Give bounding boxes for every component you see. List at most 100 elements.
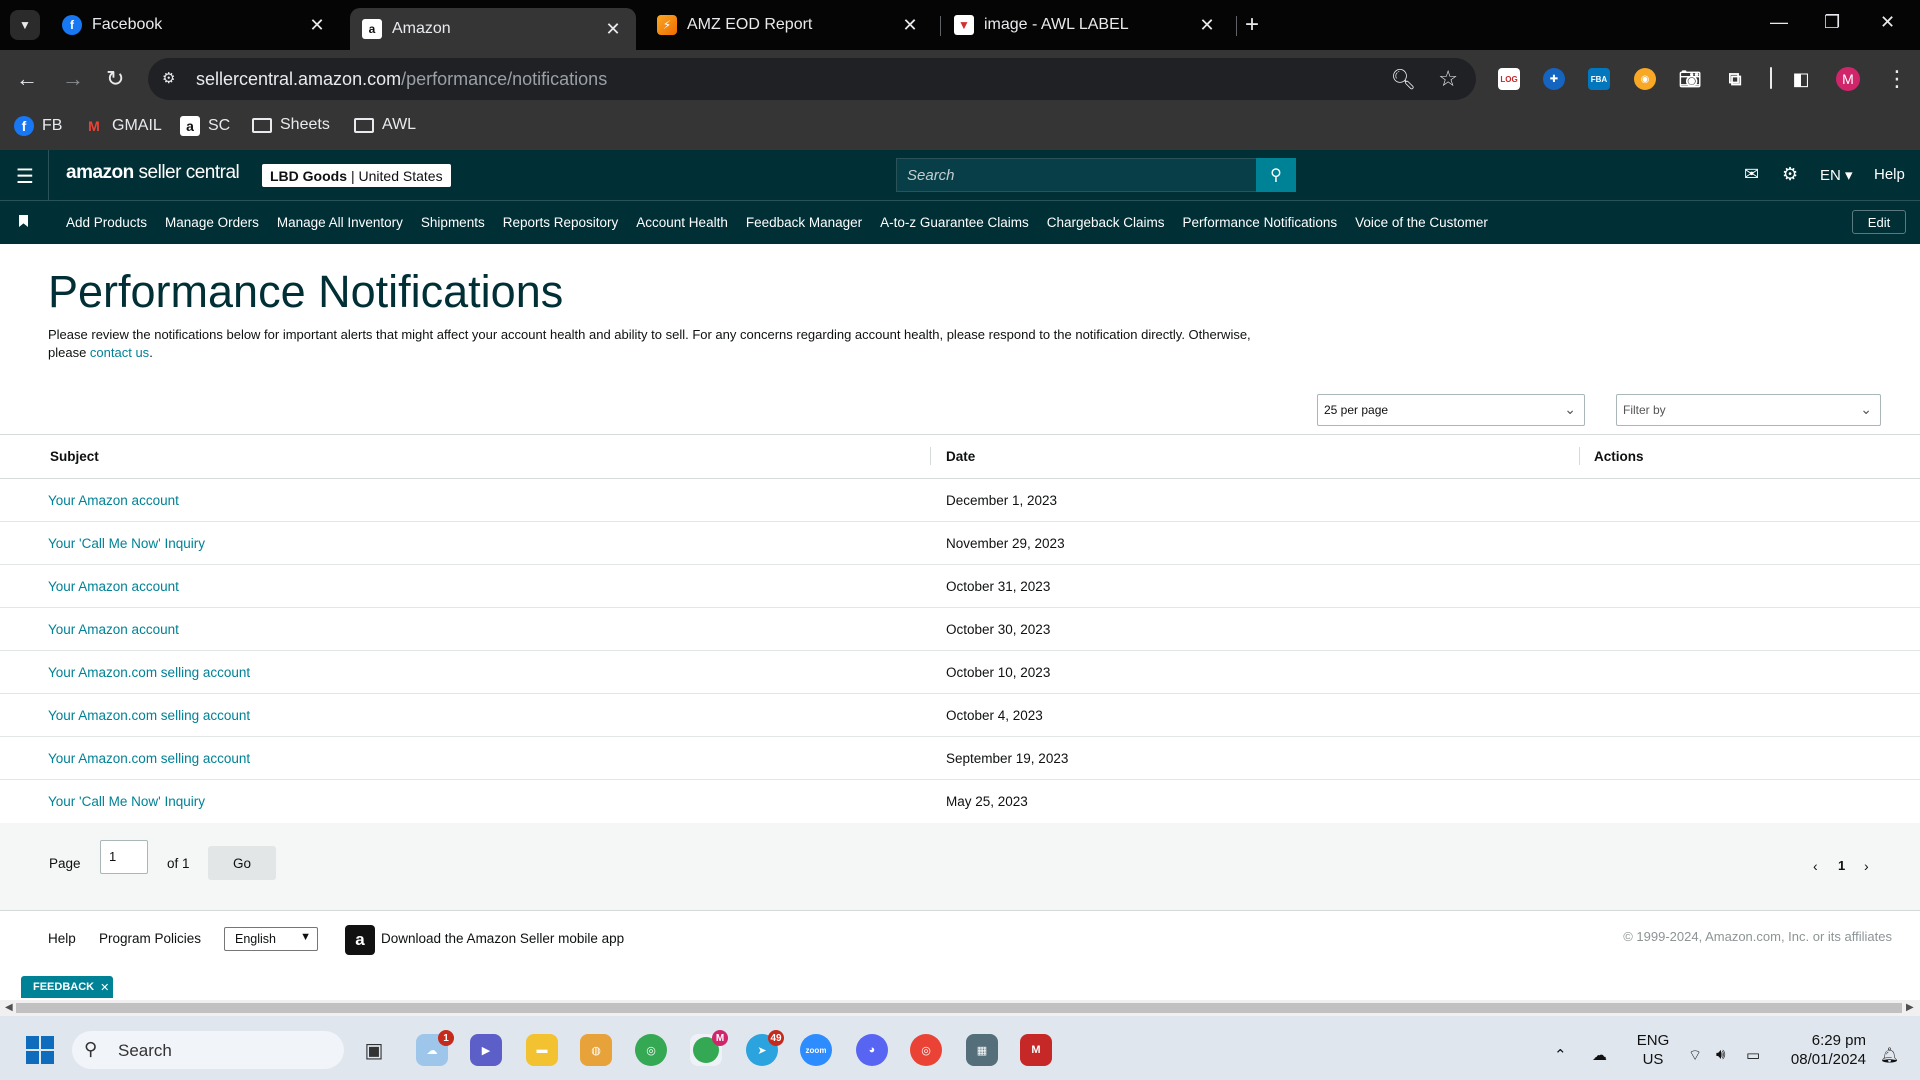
- mcafee-icon[interactable]: M: [1020, 1034, 1052, 1066]
- profile-avatar[interactable]: M: [1836, 67, 1860, 91]
- notification-subject-link[interactable]: Your Amazon.com selling account: [48, 708, 250, 723]
- nav-performance-notifications[interactable]: Performance Notifications: [1183, 215, 1338, 230]
- telegram-icon[interactable]: ➤ 49: [746, 1030, 784, 1066]
- notification-subject-link[interactable]: Your Amazon.com selling account: [48, 665, 250, 680]
- tab-amz-eod-report[interactable]: ⚡ AMZ EOD Report ✕: [645, 8, 933, 42]
- close-icon[interactable]: ✕: [100, 981, 109, 994]
- bookmark-gmail[interactable]: M GMAIL: [84, 116, 162, 136]
- tab-facebook[interactable]: f Facebook ✕: [50, 8, 340, 42]
- volume-icon[interactable]: 🔊︎: [1716, 1046, 1725, 1063]
- window-close-icon[interactable]: ✕: [1880, 12, 1895, 33]
- zoom-icon[interactable]: zoom: [800, 1034, 832, 1066]
- nav-voice-of-the-customer[interactable]: Voice of the Customer: [1355, 215, 1488, 230]
- horizontal-scrollbar[interactable]: ◀ ▶: [0, 1000, 1920, 1016]
- program-policies-link[interactable]: Program Policies: [99, 931, 201, 946]
- bookmark-folder-awl[interactable]: AWL: [354, 116, 416, 134]
- close-icon[interactable]: ✕: [306, 15, 328, 36]
- footer-help-link[interactable]: Help: [48, 931, 76, 946]
- back-arrow-icon[interactable]: ←: [16, 66, 38, 92]
- mail-icon[interactable]: ✉: [1744, 164, 1759, 185]
- nav-chargeback-claims[interactable]: Chargeback Claims: [1047, 215, 1165, 230]
- chrome-alt-icon[interactable]: ◎: [910, 1034, 942, 1066]
- tab-amazon[interactable]: a Amazon ✕: [350, 8, 636, 50]
- page-number-input[interactable]: 1: [100, 840, 148, 874]
- battery-icon[interactable]: ▭: [1746, 1046, 1760, 1064]
- fba-extension-icon[interactable]: FBA: [1588, 68, 1610, 90]
- minimize-icon[interactable]: —: [1770, 12, 1788, 33]
- discord-icon[interactable]: ◕: [856, 1034, 888, 1066]
- camera-icon[interactable]: 📷︎: [1679, 68, 1702, 90]
- windows-start-icon[interactable]: [26, 1036, 54, 1064]
- gear-icon[interactable]: ⚙: [1782, 164, 1798, 185]
- amazon-seller-central-logo[interactable]: amazon seller central: [66, 162, 240, 184]
- nav-feedback-manager[interactable]: Feedback Manager: [746, 215, 862, 230]
- side-panel-icon[interactable]: ◧: [1790, 68, 1812, 90]
- nav-account-health[interactable]: Account Health: [636, 215, 728, 230]
- chevron-right-icon[interactable]: ›: [1864, 858, 1869, 874]
- close-icon[interactable]: ✕: [602, 19, 624, 40]
- notification-subject-link[interactable]: Your Amazon.com selling account: [48, 751, 250, 766]
- restore-icon[interactable]: ❐: [1824, 12, 1840, 33]
- store-selector[interactable]: LBD Goods | United States: [262, 164, 451, 187]
- ext-orange-icon[interactable]: ◉: [1634, 68, 1656, 90]
- bookmark-star-icon[interactable]: ☆: [1438, 66, 1458, 92]
- bookmark-sc[interactable]: a SC: [180, 116, 230, 136]
- close-icon[interactable]: ✕: [899, 15, 921, 36]
- puzzle-icon[interactable]: ⧉: [1724, 68, 1746, 90]
- footer-language-select[interactable]: English ▼: [224, 927, 318, 951]
- address-bar[interactable]: ⚙ sellercentral.amazon.com/performance/n…: [148, 58, 1476, 100]
- zoom-icon[interactable]: 🔍︎: [1391, 67, 1416, 92]
- chrome-profile-icon[interactable]: M: [690, 1030, 728, 1066]
- edit-nav-button[interactable]: Edit: [1852, 210, 1906, 234]
- current-page-number[interactable]: 1: [1838, 858, 1845, 873]
- clock[interactable]: 6:29 pm 08/01/2024: [1782, 1031, 1866, 1069]
- notification-subject-link[interactable]: Your 'Call Me Now' Inquiry: [48, 794, 205, 809]
- chevron-up-icon[interactable]: ⌃: [1554, 1046, 1567, 1064]
- tab-search-chevron-icon[interactable]: ▼: [10, 10, 40, 40]
- column-subject[interactable]: Subject: [50, 449, 99, 464]
- ext-blue-icon[interactable]: ✚: [1543, 68, 1565, 90]
- bookmark-fb[interactable]: f FB: [14, 116, 62, 136]
- chrome-icon[interactable]: ◎: [635, 1034, 667, 1066]
- tab-awl-label[interactable]: ▼ image - AWL LABEL ✕: [942, 8, 1230, 42]
- menu-kebab-icon[interactable]: ⋮: [1886, 66, 1908, 92]
- amazon-seller-app-icon[interactable]: a: [345, 925, 375, 955]
- weather-icon[interactable]: ☁ 1: [416, 1030, 454, 1066]
- reload-icon[interactable]: ↻: [106, 66, 124, 92]
- contact-us-link[interactable]: contact us: [90, 345, 149, 360]
- file-explorer-icon[interactable]: ▬: [526, 1034, 558, 1066]
- scrollbar-thumb[interactable]: [16, 1003, 1902, 1013]
- taskbar-search[interactable]: ⚲ Search: [72, 1031, 344, 1069]
- go-button[interactable]: Go: [208, 846, 276, 880]
- notification-subject-link[interactable]: Your 'Call Me Now' Inquiry: [48, 536, 205, 551]
- notification-subject-link[interactable]: Your Amazon account: [48, 622, 179, 637]
- new-tab-plus-icon[interactable]: +: [1245, 11, 1259, 39]
- nav-shipments[interactable]: Shipments: [421, 215, 485, 230]
- calculator-icon[interactable]: ▦: [966, 1034, 998, 1066]
- search-button[interactable]: ⚲: [1256, 158, 1296, 192]
- wifi-icon[interactable]: ⌔: [1688, 1046, 1702, 1065]
- close-icon[interactable]: ✕: [1196, 15, 1218, 36]
- teams-icon[interactable]: ▶: [470, 1034, 502, 1066]
- forward-arrow-icon[interactable]: →: [62, 66, 84, 92]
- per-page-select[interactable]: 25 per page ⌄: [1317, 394, 1585, 426]
- nav-a-to-z-claims[interactable]: A-to-z Guarantee Claims: [880, 215, 1029, 230]
- chevron-left-icon[interactable]: ‹: [1813, 858, 1818, 874]
- feedback-tab[interactable]: FEEDBACK ✕: [21, 976, 113, 998]
- seller-search-input[interactable]: Search: [896, 158, 1296, 192]
- notification-bell-icon[interactable]: 🔔︎: [1880, 1046, 1899, 1064]
- scroll-left-icon[interactable]: ◀: [5, 1002, 13, 1013]
- ext-red-icon[interactable]: LOG: [1498, 68, 1520, 90]
- onedrive-cloud-icon[interactable]: ☁: [1592, 1046, 1607, 1064]
- filter-by-select[interactable]: Filter by ⌄: [1616, 394, 1881, 426]
- nav-manage-orders[interactable]: Manage Orders: [165, 215, 259, 230]
- help-link[interactable]: Help: [1874, 166, 1905, 183]
- bookmark-folder-sheets[interactable]: Sheets: [252, 116, 330, 134]
- nav-manage-all-inventory[interactable]: Manage All Inventory: [277, 215, 403, 230]
- notification-subject-link[interactable]: Your Amazon account: [48, 493, 179, 508]
- scroll-right-icon[interactable]: ▶: [1906, 1002, 1914, 1013]
- input-language-indicator[interactable]: ENG US: [1634, 1031, 1672, 1069]
- download-app-link[interactable]: Download the Amazon Seller mobile app: [381, 931, 624, 946]
- notification-subject-link[interactable]: Your Amazon account: [48, 579, 179, 594]
- task-view-icon[interactable]: ▣: [358, 1034, 390, 1066]
